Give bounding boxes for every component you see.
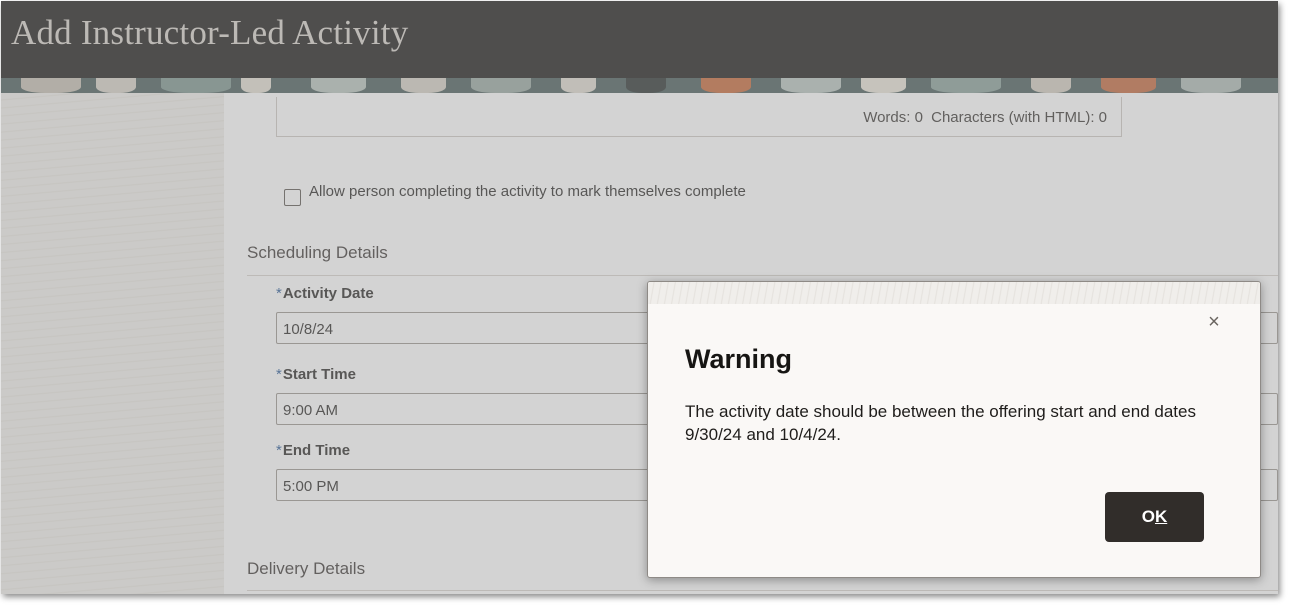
dialog-header-texture [648,282,1260,304]
warning-dialog: × Warning The activity date should be be… [647,281,1261,578]
app-window: Add Instructor-Led Activity Words: 0 Cha… [1,1,1278,594]
close-icon[interactable]: × [1204,312,1224,332]
dialog-message: The activity date should be between the … [685,402,1196,444]
dialog-title: Warning [685,344,792,374]
ok-button[interactable]: OK [1105,492,1204,542]
